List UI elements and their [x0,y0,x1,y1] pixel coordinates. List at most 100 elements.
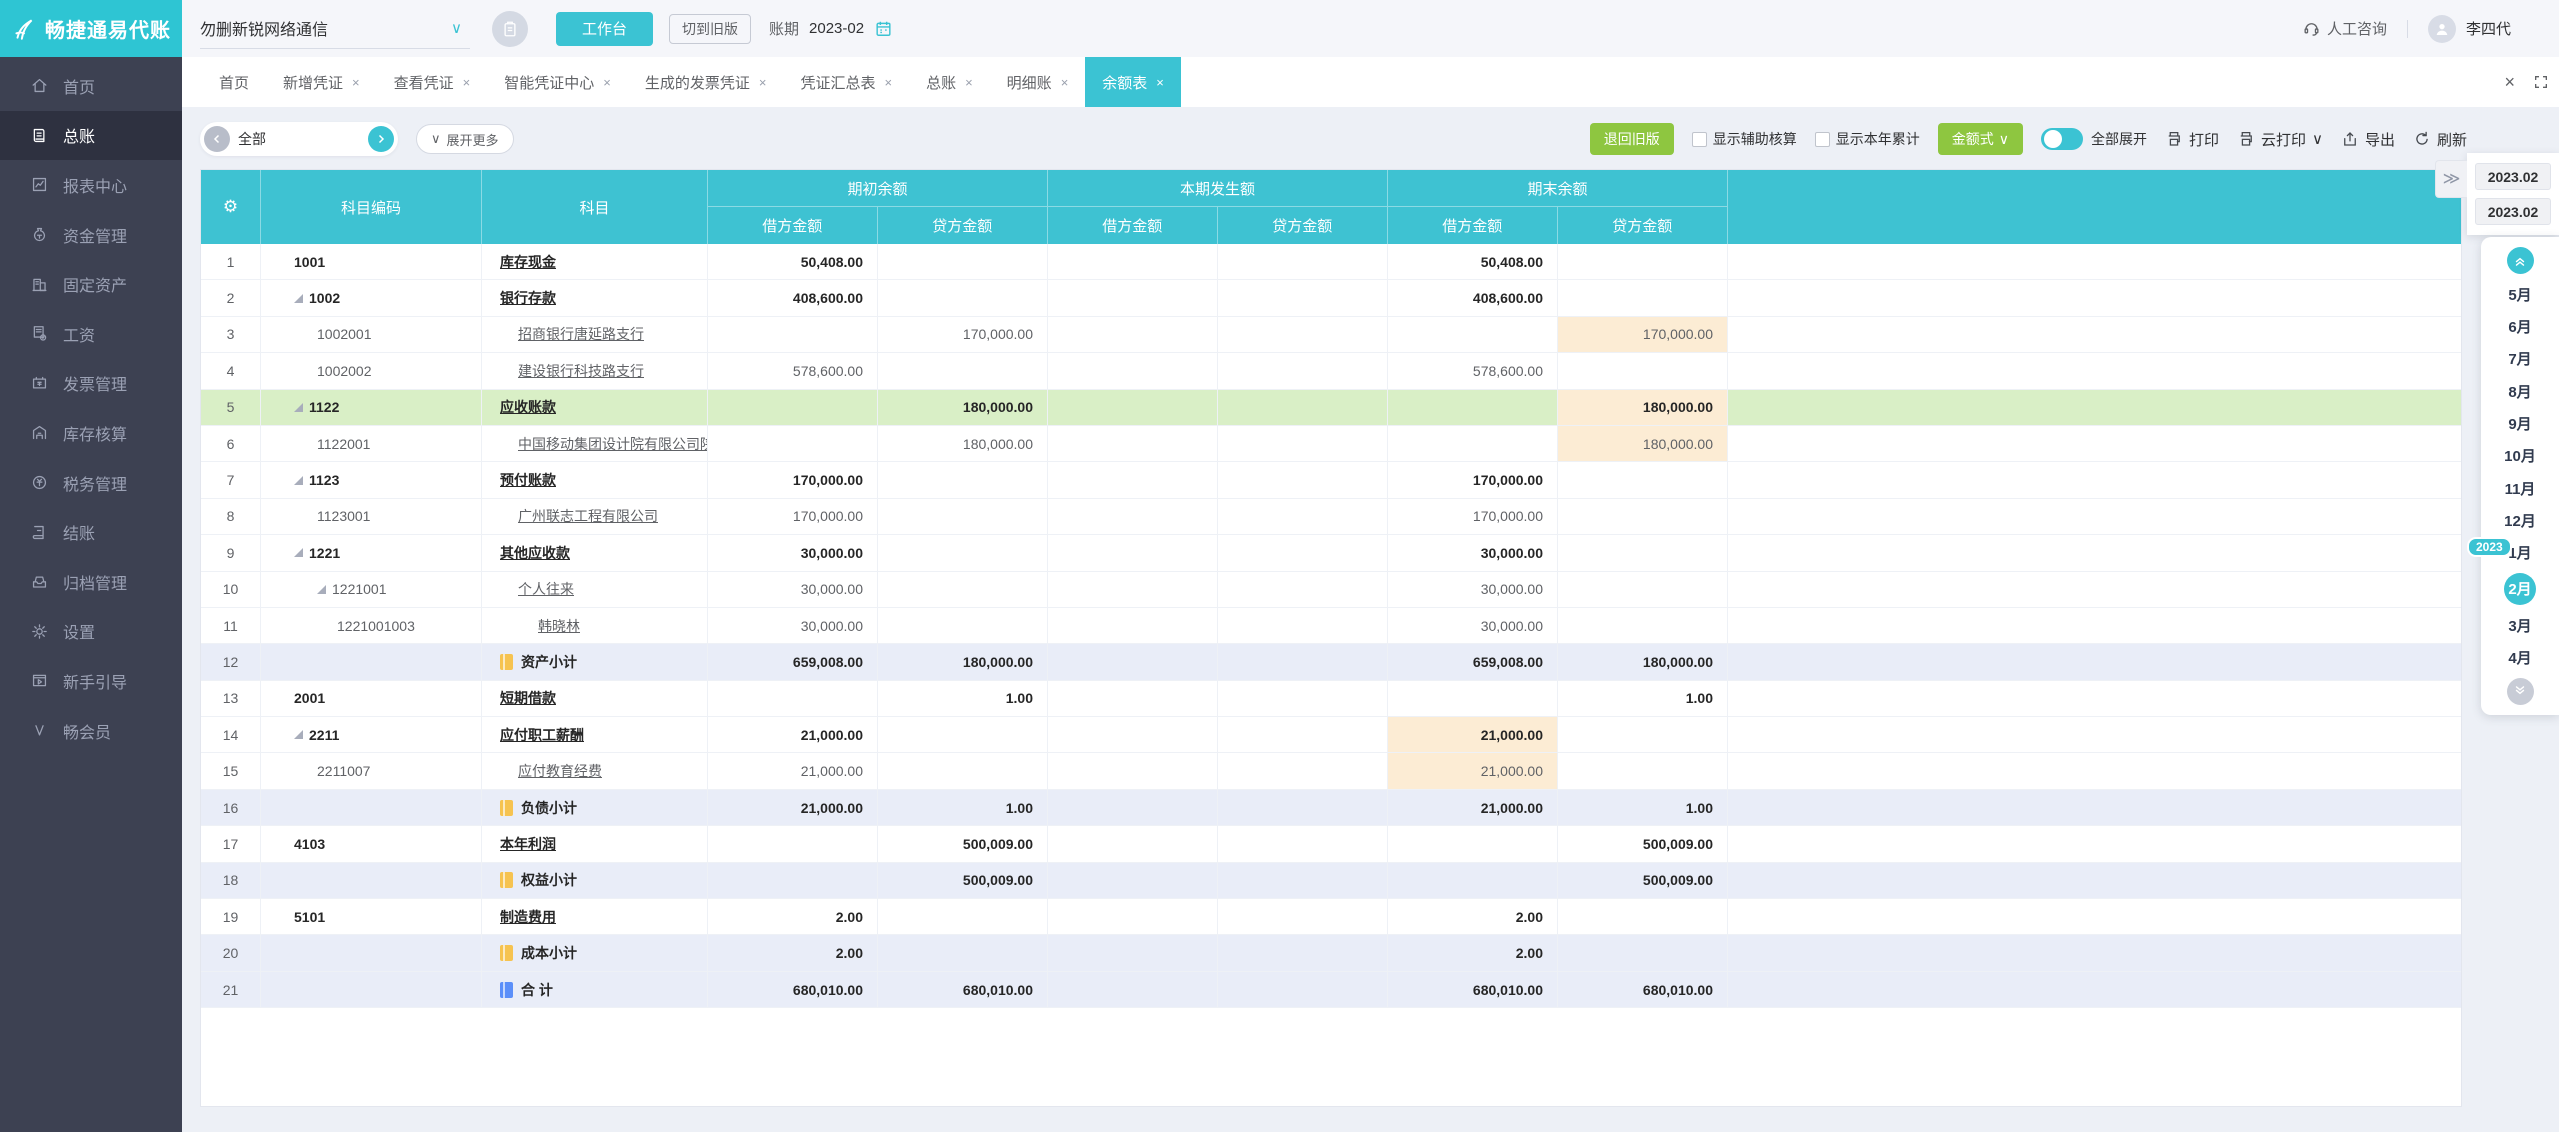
sidebar-item-guide[interactable]: 新手引导 [0,656,182,706]
scope-next-icon[interactable] [368,126,394,152]
month-item-11月[interactable]: 11月 [2505,476,2536,500]
sidebar-item-tax[interactable]: 税务管理 [0,458,182,508]
account-name[interactable]: 建设银行科技路支行 [518,361,644,381]
table-row[interactable]: 1 1001 库存现金 50,408.00 50,408.00 [201,244,2461,281]
account-name[interactable]: 短期借款 [500,688,556,708]
show-auxiliary-checkbox[interactable]: 显示辅助核算 [1691,129,1797,149]
show-ytd-checkbox[interactable]: 显示本年累计 [1814,129,1920,149]
account-name[interactable]: 预付账款 [500,470,556,490]
sidebar-item-fixed-assets[interactable]: 固定资产 [0,259,182,309]
tab-close-icon[interactable]: × [965,75,973,90]
account-name[interactable]: 广州联志工程有限公司 [518,506,658,526]
back-old-version-button[interactable]: 退回旧版 [1589,123,1674,155]
export-button[interactable]: 导出 [2341,129,2395,150]
table-row[interactable]: 12 资产小计 659,008.00 180,000.00 659,008.00 180,… [201,644,2461,681]
tab-close-icon[interactable]: × [759,75,767,90]
user-avatar[interactable] [2427,14,2456,43]
column-settings-gear-icon[interactable]: ⚙ [223,197,238,217]
account-name[interactable]: 个人往来 [518,579,574,599]
month-item-3月[interactable]: 3月 [2508,613,2531,637]
sidebar-item-closing[interactable]: 结账 [0,507,182,557]
table-row[interactable]: 19 5101 制造费用 2.00 2.00 [201,899,2461,936]
month-item-5月[interactable]: 5月 [2508,282,2531,306]
expand-triangle-icon[interactable] [294,402,303,412]
sidebar-item-salary[interactable]: 工资 [0,309,182,359]
print-button[interactable]: 打印 [2165,129,2219,150]
tab-close-icon[interactable]: × [884,75,892,90]
month-item-1月[interactable]: 1月 [2508,541,2531,565]
close-all-tabs-icon[interactable]: × [2504,72,2515,93]
user-name[interactable]: 李四代 [2466,18,2511,39]
expand-triangle-icon[interactable] [294,548,303,558]
scope-prev-icon[interactable] [204,126,230,152]
sidebar-item-home[interactable]: 首页 [0,61,182,111]
account-name[interactable]: 应付职工薪酬 [500,725,584,745]
table-row[interactable]: 16 负债小计 21,000.00 1.00 21,000.00 1.00 [201,789,2461,827]
sidebar-item-settings[interactable]: 设置 [0,607,182,657]
support-link[interactable]: 人工咨询 [2302,18,2387,39]
company-selector[interactable]: 勿删新锐网络通信 ∨ [200,9,470,49]
table-row[interactable]: 3 1002001 招商银行唐延路支行 170,000.00 170,000.00 [201,316,2461,354]
month-item-12月[interactable]: 12月 [2504,508,2536,532]
table-row[interactable]: 4 1002002 建设银行科技路支行 578,600.00 578,600.00 [201,353,2461,390]
expand-triangle-icon[interactable] [294,475,303,485]
expand-more-button[interactable]: ∨ 展开更多 [416,124,514,154]
tab-智能凭证中心[interactable]: 智能凭证中心 × [487,57,628,107]
calendar-icon[interactable] [874,19,893,38]
account-name[interactable]: 中国移动集团设计院有限公司陕西 [518,434,707,454]
fullscreen-icon[interactable] [2533,74,2549,90]
month-item-4月[interactable]: 4月 [2508,646,2531,670]
expand-all-toggle[interactable] [2040,128,2083,150]
table-row[interactable]: 20 成本小计 2.00 2.00 [201,935,2461,972]
month-item-10月[interactable]: 10月 [2504,444,2536,468]
scroll-down-icon[interactable] [2506,677,2534,705]
account-name[interactable]: 招商银行唐延路支行 [518,324,644,344]
workbench-button[interactable]: 工作台 [556,11,654,46]
refresh-button[interactable]: 刷新 [2413,129,2467,150]
tab-生成的发票凭证[interactable]: 生成的发票凭证 × [628,57,784,107]
table-row[interactable]: 15 2211007 应付教育经费 21,000.00 21,000.00 [201,753,2461,790]
clipboard-icon[interactable] [492,10,528,47]
tab-close-icon[interactable]: × [1156,75,1164,90]
tab-close-icon[interactable]: × [1061,75,1069,90]
tab-close-icon[interactable]: × [352,75,360,90]
account-name[interactable]: 应收账款 [500,397,556,417]
account-name[interactable]: 韩晓林 [538,616,580,636]
amount-style-button[interactable]: 金额式 ∨ [1937,123,2023,155]
sidebar-item-member[interactable]: 畅会员 [0,706,182,756]
account-name[interactable]: 应付教育经费 [518,761,602,781]
table-row[interactable]: 8 1123001 广州联志工程有限公司 170,000.00 170,000.00 [201,498,2461,536]
switch-old-version-button[interactable]: 切到旧版 [669,13,752,44]
tab-总账[interactable]: 总账 × [909,57,990,107]
table-row[interactable]: 21 合 计 680,010.00 680,010.00 680,010.00 680,0… [201,971,2461,1009]
cloud-print-button[interactable]: 云打印 ∨ [2237,129,2323,150]
table-row[interactable]: 13 2001 短期借款 1.00 1.00 [201,680,2461,718]
table-row[interactable]: 11 1221001003 韩晓林 30,000.00 30,000.00 [201,607,2461,645]
expand-triangle-icon[interactable] [317,584,326,594]
sidebar-item-invoice[interactable]: 发票管理 [0,359,182,409]
tab-余额表[interactable]: 余额表 × [1085,57,1181,107]
tab-查看凭证[interactable]: 查看凭证 × [377,57,488,107]
sidebar-item-inventory[interactable]: 库存核算 [0,408,182,458]
tab-首页[interactable]: 首页 [202,57,266,107]
month-item-9月[interactable]: 9月 [2508,411,2531,435]
tab-新增凭证[interactable]: 新增凭证 × [266,57,377,107]
month-item-6月[interactable]: 6月 [2508,315,2531,339]
tab-明细账[interactable]: 明细账 × [990,57,1086,107]
account-name[interactable]: 本年利润 [500,834,556,854]
month-item-2月[interactable]: 2月 [2504,572,2536,605]
table-row[interactable]: 2 1002 银行存款 408,600.00 408,600.00 [201,280,2461,317]
tab-close-icon[interactable]: × [463,75,471,90]
month-item-8月[interactable]: 8月 [2508,379,2531,403]
table-row[interactable]: 7 1123 预付账款 170,000.00 170,000.00 [201,462,2461,499]
expand-triangle-icon[interactable] [294,293,303,303]
account-name[interactable]: 库存现金 [500,252,556,272]
table-row[interactable]: 9 1221 其他应收款 30,000.00 30,000.00 [201,535,2461,572]
month-item-7月[interactable]: 7月 [2508,347,2531,371]
tab-凭证汇总表[interactable]: 凭证汇总表 × [783,57,909,107]
table-row[interactable]: 5 1122 应收账款 180,000.00 180,000.00 [201,389,2461,426]
account-name[interactable]: 制造费用 [500,907,556,927]
table-row[interactable]: 6 1122001 中国移动集团设计院有限公司陕西 180,000.00 180,000… [201,425,2461,463]
account-name[interactable]: 其他应收款 [500,543,570,563]
period-date-chip[interactable]: 2023.02 [2475,198,2551,225]
